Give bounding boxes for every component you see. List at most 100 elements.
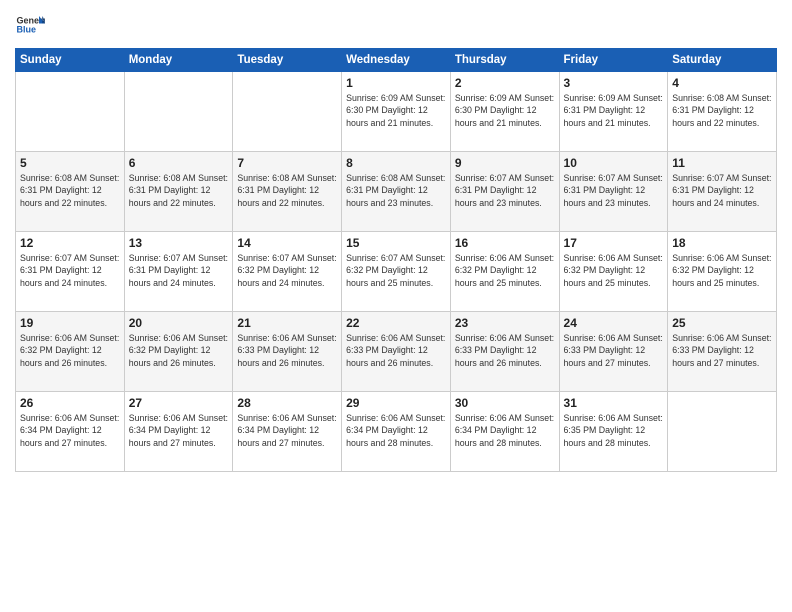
col-saturday: Saturday	[668, 49, 777, 72]
day-number: 24	[564, 316, 664, 330]
logo: General Blue	[15, 10, 45, 40]
day-number: 7	[237, 156, 337, 170]
cell-content: Sunrise: 6:09 AM Sunset: 6:30 PM Dayligh…	[346, 92, 446, 129]
cell-content: Sunrise: 6:07 AM Sunset: 6:32 PM Dayligh…	[237, 252, 337, 289]
cell-content: Sunrise: 6:09 AM Sunset: 6:30 PM Dayligh…	[455, 92, 555, 129]
day-number: 4	[672, 76, 772, 90]
calendar-cell: 7 Sunrise: 6:08 AM Sunset: 6:31 PM Daylig…	[233, 152, 342, 232]
cell-content: Sunrise: 6:07 AM Sunset: 6:31 PM Dayligh…	[455, 172, 555, 209]
cell-content: Sunrise: 6:06 AM Sunset: 6:35 PM Dayligh…	[564, 412, 664, 449]
calendar-cell: 24 Sunrise: 6:06 AM Sunset: 6:33 PM Dayli…	[559, 312, 668, 392]
day-number: 23	[455, 316, 555, 330]
calendar-cell: 19Sunrise: 6:06 AM Sunset: 6:32 PM Dayli…	[16, 312, 125, 392]
calendar-page: General Blue Sunday Monday Tuesday Wedne…	[0, 0, 792, 612]
calendar-cell: 8 Sunrise: 6:08 AM Sunset: 6:31 PM Daylig…	[342, 152, 451, 232]
cell-content: Sunrise: 6:08 AM Sunset: 6:31 PM Dayligh…	[346, 172, 446, 209]
calendar-cell: 15 Sunrise: 6:07 AM Sunset: 6:32 PM Dayli…	[342, 232, 451, 312]
calendar-table: Sunday Monday Tuesday Wednesday Thursday…	[15, 48, 777, 472]
cell-content: Sunrise: 6:06 AM Sunset: 6:33 PM Dayligh…	[346, 332, 446, 369]
day-number: 27	[129, 396, 229, 410]
day-number: 17	[564, 236, 664, 250]
calendar-cell: 23 Sunrise: 6:06 AM Sunset: 6:33 PM Dayli…	[450, 312, 559, 392]
day-number: 13	[129, 236, 229, 250]
day-number: 26	[20, 396, 120, 410]
cell-content: Sunrise: 6:06 AM Sunset: 6:33 PM Dayligh…	[564, 332, 664, 369]
calendar-cell: 6 Sunrise: 6:08 AM Sunset: 6:31 PM Daylig…	[124, 152, 233, 232]
calendar-cell: 2 Sunrise: 6:09 AM Sunset: 6:30 PM Daylig…	[450, 72, 559, 152]
day-number: 5	[20, 156, 120, 170]
week-row-5: 26 Sunrise: 6:06 AM Sunset: 6:34 PM Dayli…	[16, 392, 777, 472]
cell-content: Sunrise: 6:06 AM Sunset: 6:34 PM Dayligh…	[237, 412, 337, 449]
calendar-cell	[124, 72, 233, 152]
calendar-cell	[16, 72, 125, 152]
calendar-cell: 13 Sunrise: 6:07 AM Sunset: 6:31 PM Dayli…	[124, 232, 233, 312]
day-number: 25	[672, 316, 772, 330]
calendar-cell: 14 Sunrise: 6:07 AM Sunset: 6:32 PM Dayli…	[233, 232, 342, 312]
calendar-cell: 22Sunrise: 6:06 AM Sunset: 6:33 PM Dayli…	[342, 312, 451, 392]
week-row-4: 19Sunrise: 6:06 AM Sunset: 6:32 PM Dayli…	[16, 312, 777, 392]
calendar-cell: 3 Sunrise: 6:09 AM Sunset: 6:31 PM Daylig…	[559, 72, 668, 152]
page-header: General Blue	[15, 10, 777, 40]
calendar-cell: 16 Sunrise: 6:06 AM Sunset: 6:32 PM Dayli…	[450, 232, 559, 312]
calendar-cell: 5 Sunrise: 6:08 AM Sunset: 6:31 PM Daylig…	[16, 152, 125, 232]
cell-content: Sunrise: 6:08 AM Sunset: 6:31 PM Dayligh…	[237, 172, 337, 209]
calendar-cell: 10 Sunrise: 6:07 AM Sunset: 6:31 PM Dayli…	[559, 152, 668, 232]
cell-content: Sunrise: 6:07 AM Sunset: 6:31 PM Dayligh…	[564, 172, 664, 209]
day-number: 15	[346, 236, 446, 250]
col-friday: Friday	[559, 49, 668, 72]
header-row: Sunday Monday Tuesday Wednesday Thursday…	[16, 49, 777, 72]
day-number: 10	[564, 156, 664, 170]
day-number: 3	[564, 76, 664, 90]
week-row-3: 12 Sunrise: 6:07 AM Sunset: 6:31 PM Dayli…	[16, 232, 777, 312]
calendar-cell: 4Sunrise: 6:08 AM Sunset: 6:31 PM Daylig…	[668, 72, 777, 152]
day-number: 6	[129, 156, 229, 170]
calendar-cell: 21 Sunrise: 6:06 AM Sunset: 6:33 PM Dayli…	[233, 312, 342, 392]
day-number: 30	[455, 396, 555, 410]
col-wednesday: Wednesday	[342, 49, 451, 72]
calendar-cell: 17 Sunrise: 6:06 AM Sunset: 6:32 PM Dayli…	[559, 232, 668, 312]
calendar-cell: 29 Sunrise: 6:06 AM Sunset: 6:34 PM Dayli…	[342, 392, 451, 472]
calendar-cell: 28 Sunrise: 6:06 AM Sunset: 6:34 PM Dayli…	[233, 392, 342, 472]
logo-icon: General Blue	[15, 10, 45, 40]
cell-content: Sunrise: 6:06 AM Sunset: 6:33 PM Dayligh…	[237, 332, 337, 369]
col-tuesday: Tuesday	[233, 49, 342, 72]
day-number: 2	[455, 76, 555, 90]
calendar-cell: 11 Sunrise: 6:07 AM Sunset: 6:31 PM Dayli…	[668, 152, 777, 232]
cell-content: Sunrise: 6:06 AM Sunset: 6:32 PM Dayligh…	[564, 252, 664, 289]
day-number: 11	[672, 156, 772, 170]
calendar-cell: 31Sunrise: 6:06 AM Sunset: 6:35 PM Dayli…	[559, 392, 668, 472]
day-number: 20	[129, 316, 229, 330]
cell-content: Sunrise: 6:06 AM Sunset: 6:32 PM Dayligh…	[455, 252, 555, 289]
day-number: 21	[237, 316, 337, 330]
day-number: 8	[346, 156, 446, 170]
cell-content: Sunrise: 6:09 AM Sunset: 6:31 PM Dayligh…	[564, 92, 664, 129]
day-number: 28	[237, 396, 337, 410]
week-row-1: 1 Sunrise: 6:09 AM Sunset: 6:30 PM Daylig…	[16, 72, 777, 152]
day-number: 12	[20, 236, 120, 250]
col-sunday: Sunday	[16, 49, 125, 72]
calendar-cell: 27Sunrise: 6:06 AM Sunset: 6:34 PM Dayli…	[124, 392, 233, 472]
day-number: 16	[455, 236, 555, 250]
cell-content: Sunrise: 6:07 AM Sunset: 6:31 PM Dayligh…	[672, 172, 772, 209]
calendar-cell: 12Sunrise: 6:07 AM Sunset: 6:31 PM Dayli…	[16, 232, 125, 312]
cell-content: Sunrise: 6:06 AM Sunset: 6:34 PM Dayligh…	[346, 412, 446, 449]
calendar-cell: 18Sunrise: 6:06 AM Sunset: 6:32 PM Dayli…	[668, 232, 777, 312]
day-number: 14	[237, 236, 337, 250]
calendar-cell: 9 Sunrise: 6:07 AM Sunset: 6:31 PM Daylig…	[450, 152, 559, 232]
cell-content: Sunrise: 6:08 AM Sunset: 6:31 PM Dayligh…	[20, 172, 120, 209]
cell-content: Sunrise: 6:06 AM Sunset: 6:33 PM Dayligh…	[672, 332, 772, 369]
calendar-cell	[233, 72, 342, 152]
day-number: 1	[346, 76, 446, 90]
cell-content: Sunrise: 6:06 AM Sunset: 6:32 PM Dayligh…	[129, 332, 229, 369]
svg-text:Blue: Blue	[17, 25, 37, 35]
cell-content: Sunrise: 6:06 AM Sunset: 6:33 PM Dayligh…	[455, 332, 555, 369]
week-row-2: 5 Sunrise: 6:08 AM Sunset: 6:31 PM Daylig…	[16, 152, 777, 232]
day-number: 29	[346, 396, 446, 410]
cell-content: Sunrise: 6:08 AM Sunset: 6:31 PM Dayligh…	[129, 172, 229, 209]
day-number: 9	[455, 156, 555, 170]
col-monday: Monday	[124, 49, 233, 72]
cell-content: Sunrise: 6:07 AM Sunset: 6:31 PM Dayligh…	[129, 252, 229, 289]
cell-content: Sunrise: 6:07 AM Sunset: 6:32 PM Dayligh…	[346, 252, 446, 289]
col-thursday: Thursday	[450, 49, 559, 72]
calendar-cell: 1 Sunrise: 6:09 AM Sunset: 6:30 PM Daylig…	[342, 72, 451, 152]
